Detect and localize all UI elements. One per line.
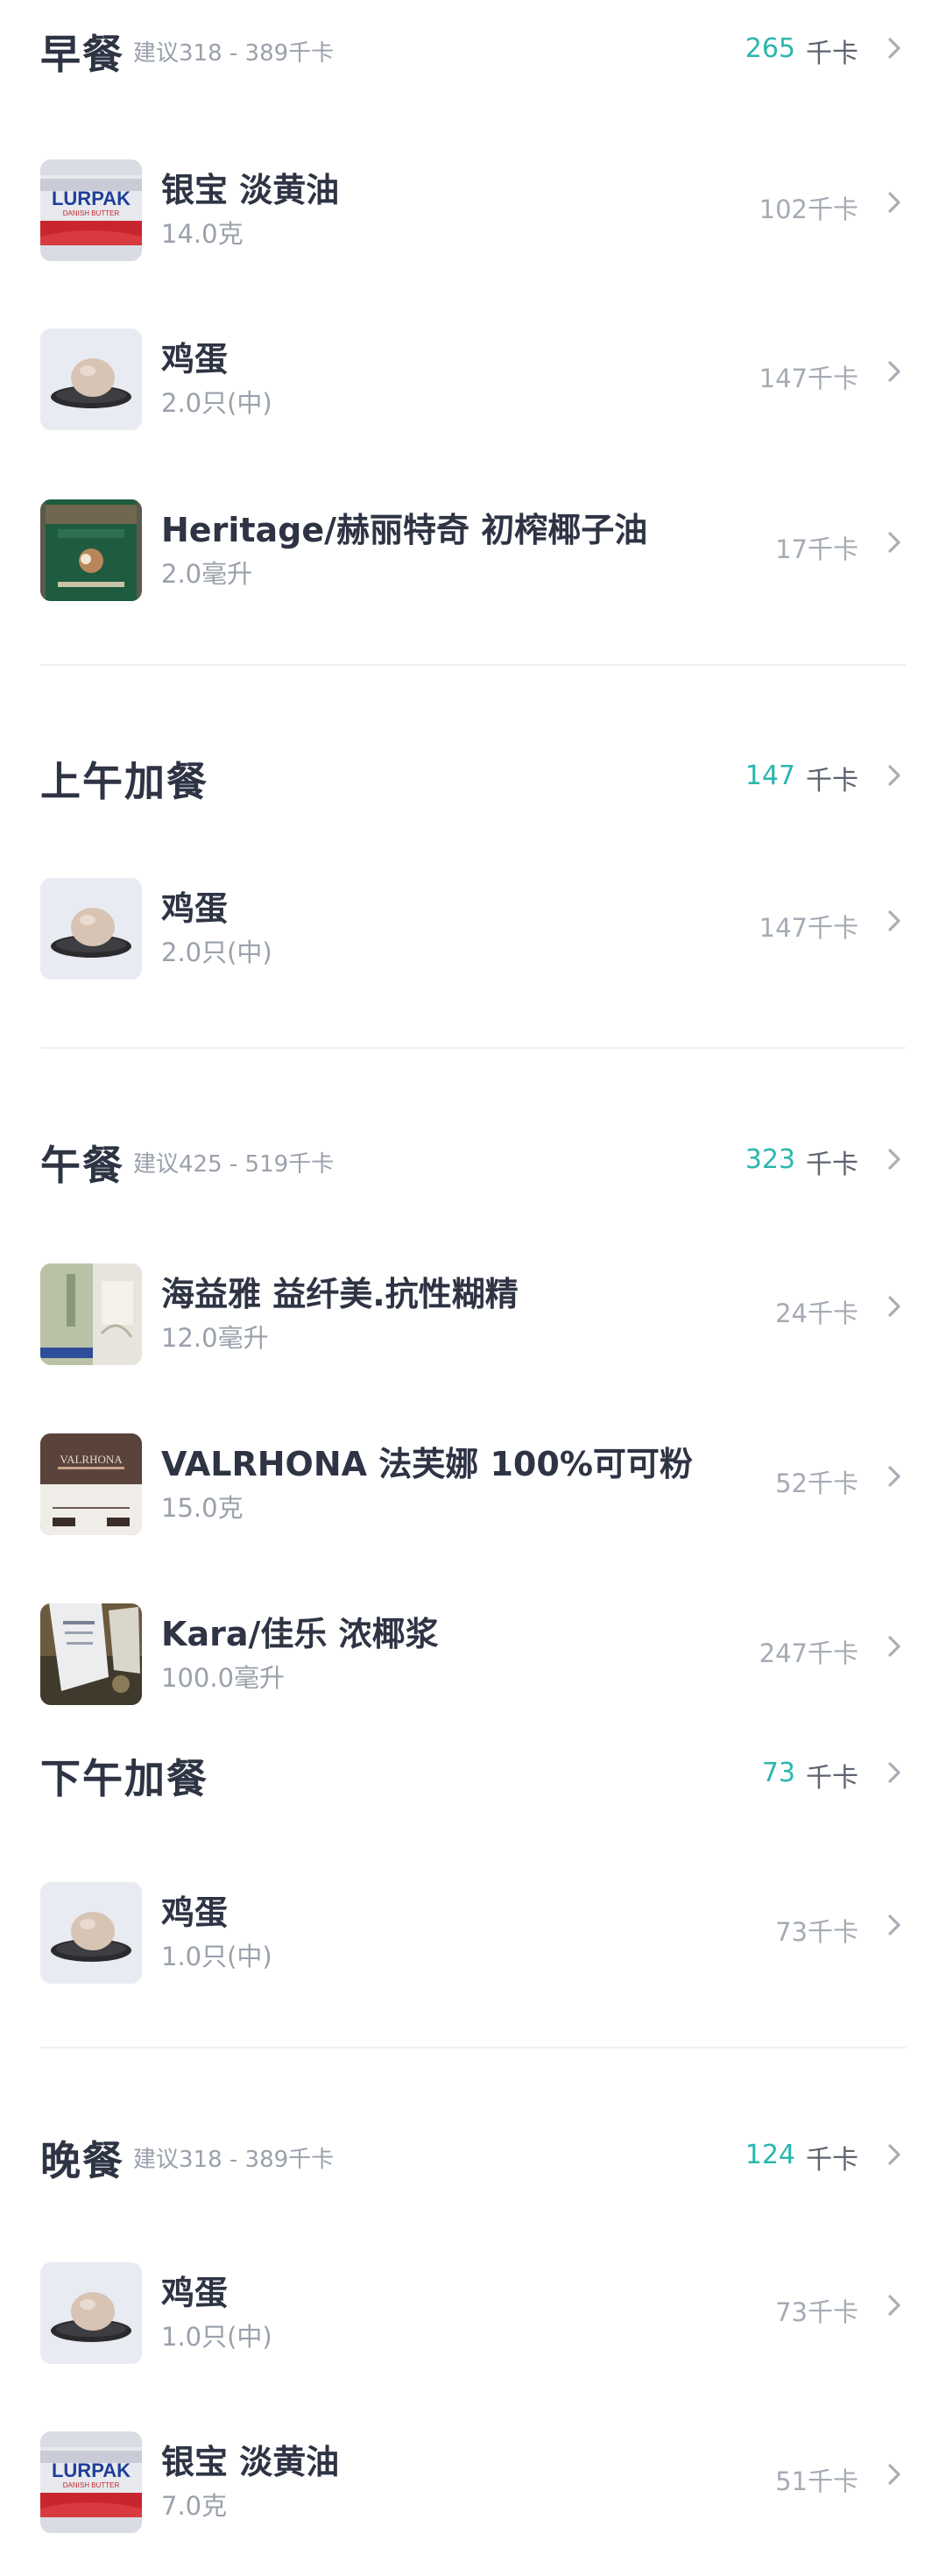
meal-total-kcal: 73 <box>761 1758 795 1788</box>
food-kcal: 147千卡 <box>759 913 858 943</box>
food-amount: 15.0克 <box>161 1493 244 1523</box>
meal-suggested-range: 建议425 - 519千卡 <box>133 1151 335 1178</box>
meal-header[interactable]: 上午加餐 147 千卡 <box>0 727 946 832</box>
food-kcal: 51千卡 <box>775 2466 858 2496</box>
chevron-right-icon <box>883 1635 906 1658</box>
food-name: 鸡蛋 <box>161 889 229 928</box>
egg-thumbnail <box>40 329 142 430</box>
food-amount: 14.0克 <box>161 219 244 249</box>
fiber-box-thumbnail <box>40 1263 142 1365</box>
egg-thumbnail <box>40 878 142 980</box>
food-kcal: 73千卡 <box>775 2297 858 2327</box>
meal-total-unit: 千卡 <box>806 39 858 69</box>
chevron-right-icon <box>883 1914 906 1936</box>
meal-suggested-range: 建议318 - 389千卡 <box>133 40 335 67</box>
cocoa-bag-thumbnail: VALRHONA <box>40 1433 142 1535</box>
meal-total-unit: 千卡 <box>806 1150 858 1180</box>
chevron-right-icon <box>883 531 906 554</box>
meal-title: 上午加餐 <box>40 758 208 805</box>
food-name: Heritage/赫丽特奇 初榨椰子油 <box>161 511 648 549</box>
butter-lurpak-thumbnail: LURPAK DANISH BUTTER <box>40 159 142 261</box>
lurpak-logo-text: LURPAK <box>52 188 131 209</box>
meal-total-kcal: 265 <box>745 33 795 64</box>
food-name: VALRHONA 法芙娜 100%可可粉 <box>161 1445 693 1483</box>
food-amount: 7.0克 <box>161 2491 228 2521</box>
chevron-right-icon <box>883 2294 906 2317</box>
chevron-right-icon <box>883 764 906 787</box>
meal-total-kcal: 147 <box>745 761 795 791</box>
chevron-right-icon <box>883 2463 906 2486</box>
food-name: 鸡蛋 <box>161 340 229 379</box>
food-kcal: 147千卡 <box>759 364 858 393</box>
chevron-right-icon <box>883 1761 906 1784</box>
meal-total-kcal: 124 <box>745 2140 795 2170</box>
meal-header[interactable]: 晚餐 建议318 - 389千卡 124 千卡 <box>0 2106 946 2212</box>
meal-title: 下午加餐 <box>40 1755 208 1802</box>
food-kcal: 102千卡 <box>759 195 858 224</box>
food-kcal: 247千卡 <box>759 1638 858 1668</box>
food-name: 鸡蛋 <box>161 1893 229 1932</box>
food-name: 鸡蛋 <box>161 2274 229 2312</box>
chevron-right-icon <box>883 2143 906 2166</box>
chevron-right-icon <box>883 1295 906 1318</box>
meal-total-unit: 千卡 <box>806 1763 858 1794</box>
lurpak-logo-text: LURPAK <box>52 2459 131 2481</box>
meal-title: 早餐 <box>40 31 124 78</box>
chevron-right-icon <box>883 1148 906 1171</box>
food-amount: 2.0毫升 <box>161 559 253 589</box>
food-amount: 100.0毫升 <box>161 1663 286 1693</box>
food-kcal: 17千卡 <box>775 534 858 564</box>
food-name: 银宝 淡黄油 <box>161 171 340 209</box>
egg-thumbnail <box>40 1882 142 1984</box>
section-divider <box>40 1047 906 1049</box>
valrhona-logo-text: VALRHONA <box>60 1453 123 1466</box>
chevron-right-icon <box>883 37 906 60</box>
food-item[interactable]: LURPAK DANISH BUTTER 银宝 淡黄油 14.0克 102千卡 <box>0 140 946 272</box>
food-item[interactable]: VALRHONA VALRHONA 法芙娜 100%可可粉 15.0克 52千卡 <box>0 1414 946 1546</box>
meal-header[interactable]: 早餐 建议318 - 389千卡 265 千卡 <box>0 0 946 105</box>
food-amount: 1.0只(中) <box>161 2322 272 2352</box>
butter-lurpak-thumbnail: LURPAK DANISH BUTTER <box>40 2431 142 2533</box>
meal-suggested-range: 建议318 - 389千卡 <box>133 2147 335 2173</box>
svg-text:DANISH BUTTER: DANISH BUTTER <box>63 2481 120 2489</box>
meal-header[interactable]: 午餐 建议425 - 519千卡 323 千卡 <box>0 1111 946 1216</box>
section-divider <box>40 2047 906 2049</box>
chevron-right-icon <box>883 1465 906 1488</box>
food-item[interactable]: LURPAK DANISH BUTTER 银宝 淡黄油 7.0克 51千卡 <box>0 2412 946 2544</box>
food-name: Kara/佳乐 浓椰浆 <box>161 1615 439 1653</box>
food-item[interactable]: 鸡蛋 2.0只(中) 147千卡 <box>0 859 946 990</box>
coconut-cream-pack-thumbnail <box>40 1603 142 1705</box>
meal-title: 晚餐 <box>40 2137 124 2184</box>
food-name: 银宝 淡黄油 <box>161 2443 340 2481</box>
food-amount: 2.0只(中) <box>161 938 272 967</box>
food-name: 海益雅 益纤美.抗性糊精 <box>161 1275 519 1313</box>
coconut-oil-jar-thumbnail <box>40 499 142 601</box>
chevron-right-icon <box>883 191 906 214</box>
food-item[interactable]: Kara/佳乐 浓椰浆 100.0毫升 247千卡 <box>0 1584 946 1716</box>
svg-text:DANISH BUTTER: DANISH BUTTER <box>63 209 120 217</box>
food-amount: 12.0毫升 <box>161 1323 269 1353</box>
food-item[interactable]: 鸡蛋 1.0只(中) 73千卡 <box>0 1863 946 1994</box>
food-item[interactable]: 海益雅 益纤美.抗性糊精 12.0毫升 24千卡 <box>0 1244 946 1376</box>
food-kcal: 24千卡 <box>775 1299 858 1328</box>
food-item[interactable]: 鸡蛋 1.0只(中) 73千卡 <box>0 2243 946 2374</box>
meal-total-unit: 千卡 <box>806 766 858 796</box>
food-amount: 2.0只(中) <box>161 388 272 418</box>
chevron-right-icon <box>883 909 906 932</box>
egg-thumbnail <box>40 2262 142 2364</box>
meal-title: 午餐 <box>40 1142 124 1189</box>
food-kcal: 52千卡 <box>775 1468 858 1498</box>
meal-header[interactable]: 下午加餐 73 千卡 <box>0 1724 946 1829</box>
meal-total-kcal: 323 <box>745 1144 795 1175</box>
food-item[interactable]: Heritage/赫丽特奇 初榨椰子油 2.0毫升 17千卡 <box>0 480 946 612</box>
section-divider <box>40 664 906 666</box>
food-kcal: 73千卡 <box>775 1917 858 1947</box>
food-item[interactable]: 鸡蛋 2.0只(中) 147千卡 <box>0 309 946 441</box>
chevron-right-icon <box>883 360 906 383</box>
food-amount: 1.0只(中) <box>161 1942 272 1971</box>
meal-total-unit: 千卡 <box>806 2145 858 2176</box>
